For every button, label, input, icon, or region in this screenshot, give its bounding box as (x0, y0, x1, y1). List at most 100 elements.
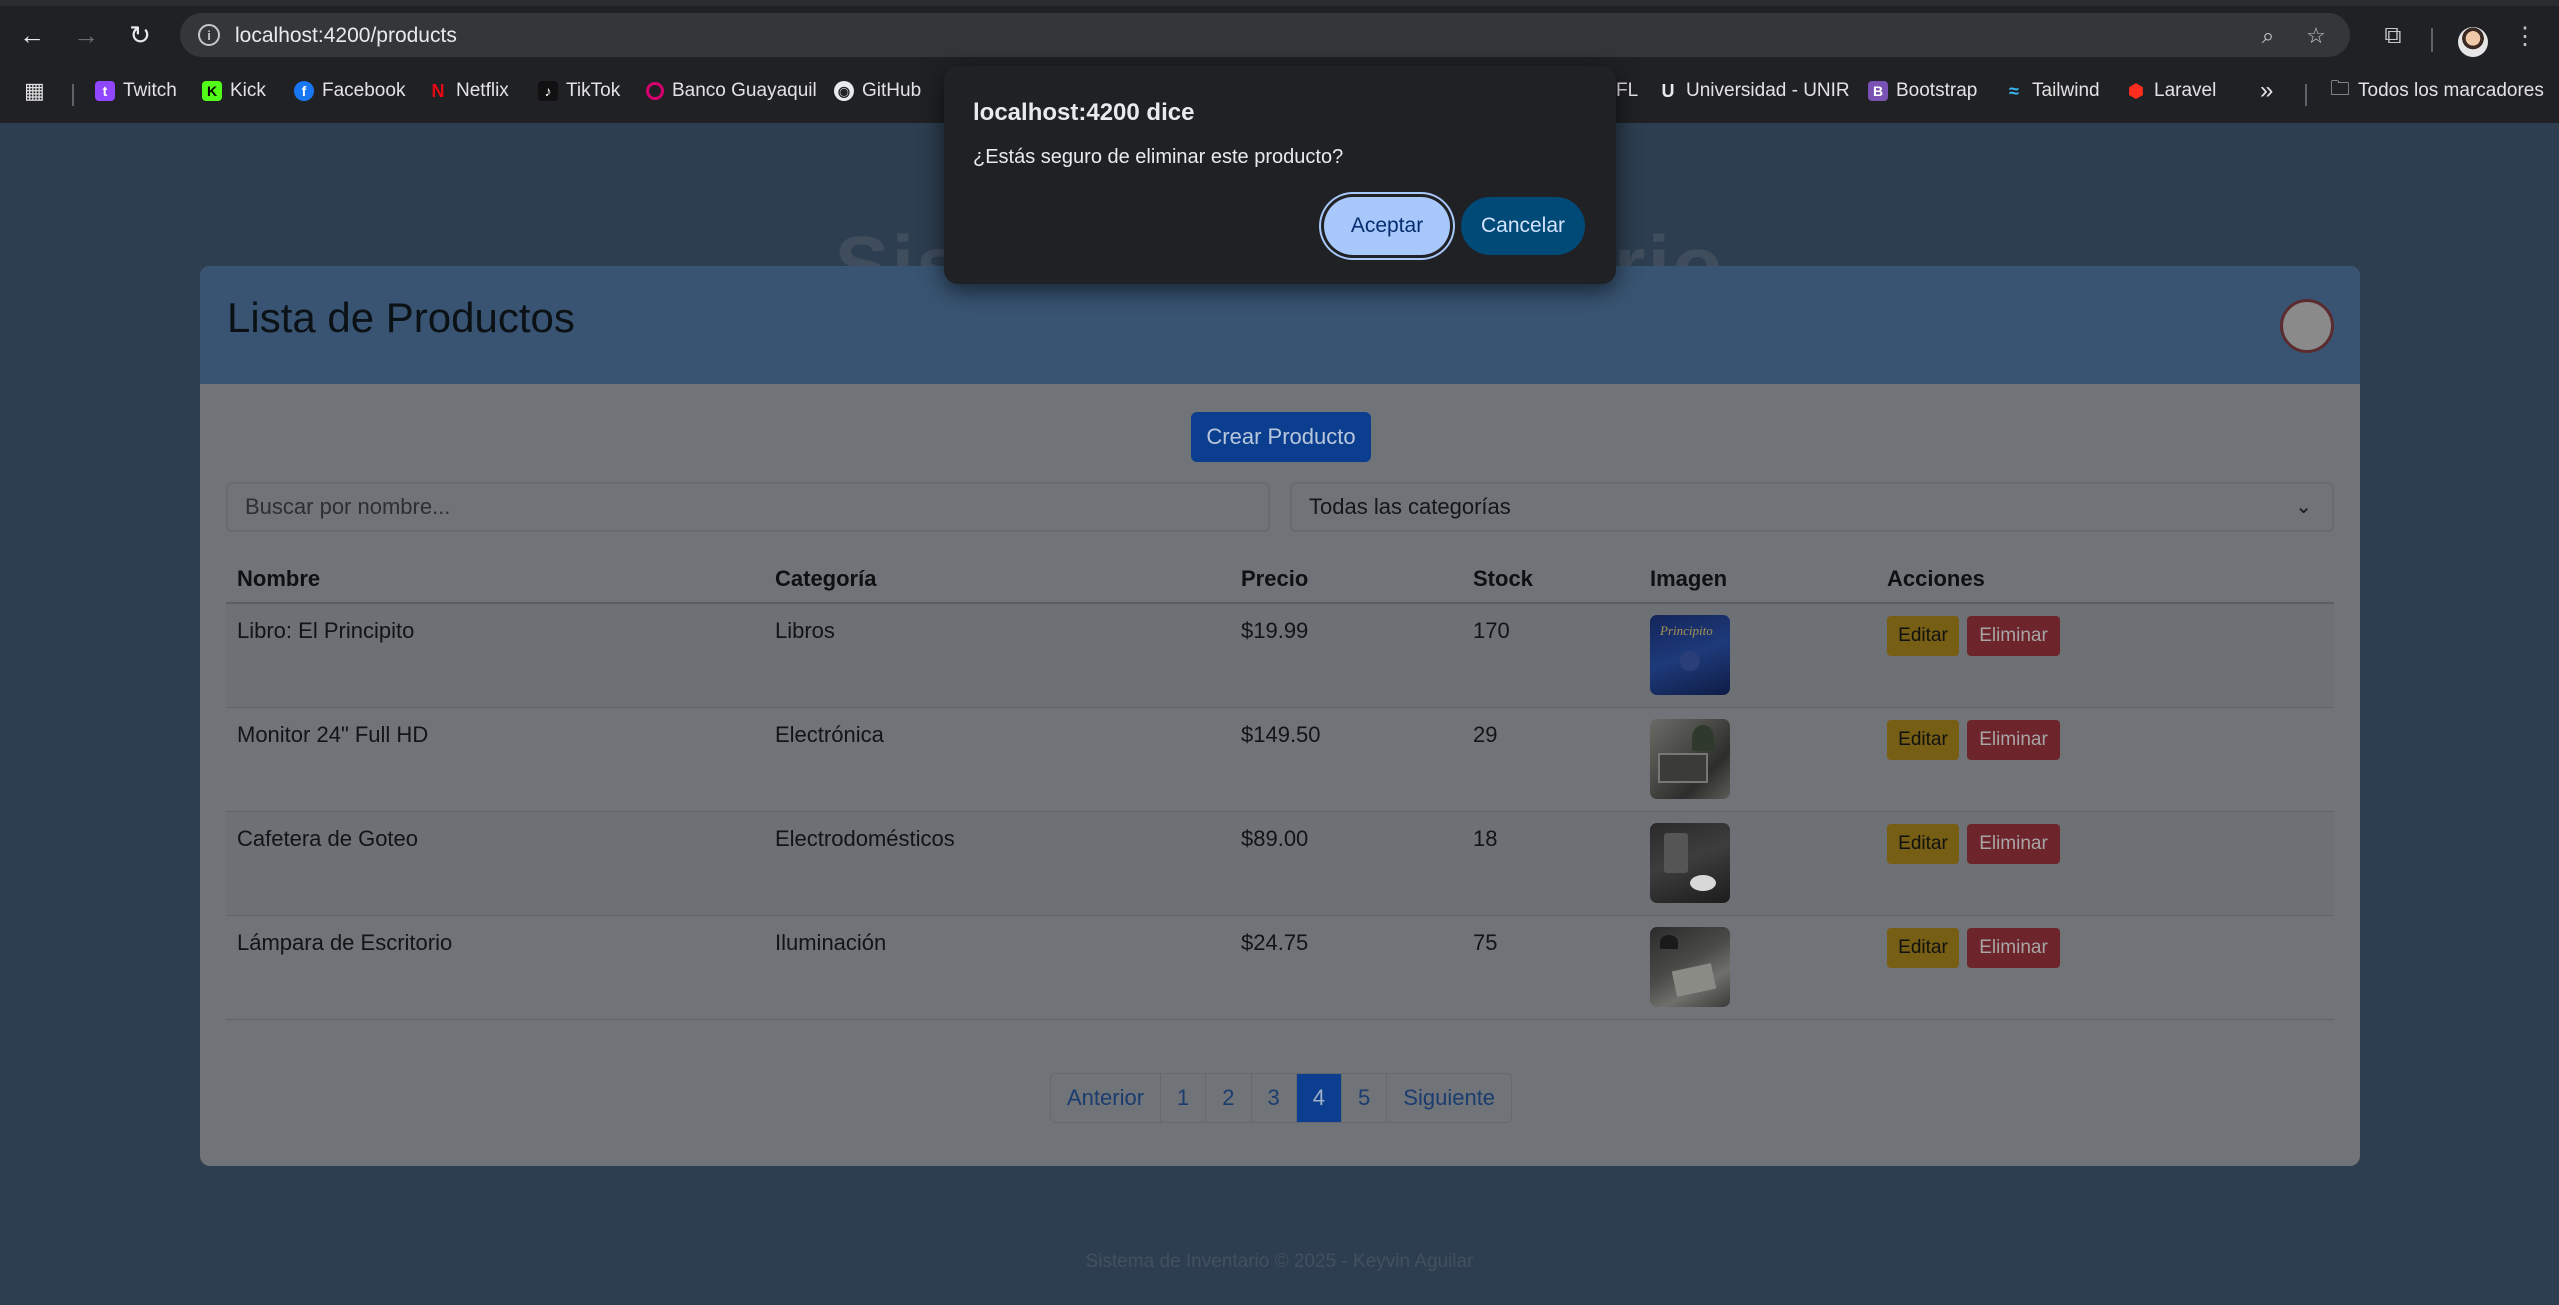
accept-button[interactable]: Aceptar (1324, 197, 1450, 255)
zoom-icon[interactable]: ⌕ (2255, 23, 2281, 49)
column-header-actions: Acciones (1887, 566, 1985, 591)
product-category: Electrodomésticos (775, 826, 955, 851)
column-header-name: Nombre (237, 566, 321, 591)
url-text: localhost:4200/products (235, 24, 457, 47)
bookmark-unir[interactable]: U Universidad - UNIR (1658, 76, 1850, 106)
products-card: Lista de Productos Crear Producto Buscar… (200, 266, 2360, 1166)
bookmark-tiktok[interactable]: ♪ TikTok (538, 76, 620, 106)
column-header-stock: Stock (1473, 566, 1533, 591)
column-header-price: Precio (1241, 566, 1309, 591)
more-bookmarks-button[interactable]: » (2260, 76, 2273, 106)
unir-icon: U (1661, 80, 1675, 101)
laravel-icon: ⬢ (2128, 80, 2144, 101)
delete-button[interactable]: Eliminar (1967, 616, 2060, 656)
profile-avatar[interactable] (2458, 27, 2488, 57)
edit-button[interactable]: Editar (1887, 616, 1959, 656)
banco-guayaquil-icon (646, 82, 664, 100)
bookmark-twitch[interactable]: t Twitch (95, 76, 177, 106)
pagination-page-4[interactable]: 4 (1296, 1074, 1343, 1122)
bookmark-netflix[interactable]: N Netflix (428, 76, 509, 106)
product-category: Libros (775, 618, 835, 643)
table-row: Monitor 24" Full HD Electrónica $149.50 … (226, 708, 2334, 812)
edit-button[interactable]: Editar (1887, 824, 1959, 864)
edit-button[interactable]: Editar (1887, 928, 1959, 968)
cancel-button[interactable]: Cancelar (1461, 197, 1585, 255)
create-product-button[interactable]: Crear Producto (1191, 412, 1371, 462)
table-header: Nombre Categoría Precio Stock Imagen Acc… (226, 552, 2334, 604)
browser-toolbar: ← → ↻ i localhost:4200/products ⌕ ☆ ⧉ ⋮ (0, 6, 2559, 64)
all-bookmarks-folder[interactable]: 🗀 Todos los marcadores (2330, 76, 2544, 106)
table-row: Cafetera de Goteo Electrodomésticos $89.… (226, 812, 2334, 916)
bookmark-github[interactable]: ◉ GitHub (834, 76, 921, 106)
netflix-icon: N (431, 80, 445, 101)
product-price: $149.50 (1241, 722, 1321, 747)
address-bar[interactable]: i localhost:4200/products ⌕ ☆ (180, 13, 2350, 57)
product-image-book: Principito (1650, 615, 1730, 695)
delete-button[interactable]: Eliminar (1967, 928, 2060, 968)
reload-icon[interactable]: ↻ (124, 19, 156, 51)
bookmarks-separator (72, 84, 74, 106)
product-stock: 29 (1473, 722, 1498, 747)
bookmark-star-icon[interactable]: ☆ (2303, 23, 2329, 49)
menu-kebab-icon[interactable]: ⋮ (2508, 19, 2542, 53)
pagination-page-3[interactable]: 3 (1251, 1074, 1297, 1122)
bookmark-laravel[interactable]: ⬢ Laravel (2126, 76, 2216, 106)
bookmark-banco-guayaquil[interactable]: Banco Guayaquil (646, 76, 817, 106)
facebook-icon: f (294, 81, 314, 101)
extensions-icon[interactable]: ⧉ (2376, 19, 2410, 53)
product-name: Cafetera de Goteo (237, 826, 419, 851)
pagination-previous[interactable]: Anterior (1051, 1074, 1162, 1122)
column-header-image: Imagen (1650, 566, 1728, 591)
pagination-page-5[interactable]: 5 (1342, 1074, 1388, 1122)
product-stock: 18 (1473, 826, 1498, 851)
dialog-title: localhost:4200 dice (973, 99, 1195, 126)
forward-arrow-icon[interactable]: → (70, 19, 102, 51)
pagination-next[interactable]: Siguiente (1387, 1074, 1512, 1122)
product-name: Libro: El Principito (237, 618, 415, 643)
card-title: Lista de Productos (227, 294, 575, 341)
bookmarks-separator-2 (2305, 84, 2307, 106)
delete-button[interactable]: Eliminar (1967, 720, 2060, 760)
bootstrap-icon: B (1868, 81, 1888, 101)
product-price: $19.99 (1241, 618, 1309, 643)
site-info-icon[interactable]: i (198, 24, 220, 46)
product-category: Iluminación (775, 930, 887, 955)
bookmark-kick[interactable]: K Kick (202, 76, 266, 106)
product-price: $89.00 (1241, 826, 1309, 851)
folder-icon: 🗀 (2330, 78, 2350, 100)
pagination: Anterior 1 2 3 4 5 Siguiente (1050, 1073, 1513, 1123)
chevron-down-icon: ⌄ (2295, 496, 2312, 518)
delete-button[interactable]: Eliminar (1967, 824, 2060, 864)
tailwind-icon: ≈ (2009, 80, 2019, 101)
table-row: Libro: El Principito Libros $19.99 170 P… (226, 604, 2334, 708)
bookmark-fl[interactable]: FL (1616, 76, 1638, 106)
bookmark-bootstrap[interactable]: B Bootstrap (1868, 76, 1977, 106)
table-row: Lámpara de Escritorio Iluminación $24.75… (226, 916, 2334, 1020)
page-content: Sistema de Inventario Lista de Productos… (0, 123, 2559, 1305)
theme-toggle-button[interactable] (2280, 299, 2334, 353)
product-image-monitor (1650, 719, 1730, 799)
product-category: Electrónica (775, 722, 884, 747)
product-image-coffee (1650, 823, 1730, 903)
product-stock: 170 (1473, 618, 1510, 643)
edit-button[interactable]: Editar (1887, 720, 1959, 760)
category-select-value: Todas las categorías (1309, 494, 1511, 519)
search-input[interactable]: Buscar por nombre... (226, 482, 1270, 532)
twitch-icon: t (95, 81, 115, 101)
back-arrow-icon[interactable]: ← (16, 19, 48, 51)
github-icon: ◉ (834, 81, 854, 101)
toolbar-separator (2431, 28, 2433, 52)
column-header-category: Categoría (775, 566, 877, 591)
tiktok-icon: ♪ (538, 81, 558, 101)
product-price: $24.75 (1241, 930, 1309, 955)
page-footer: Sistema de Inventario © 2025 - Keyvin Ag… (1085, 1251, 1474, 1272)
category-select[interactable]: Todas las categorías ⌄ (1290, 482, 2334, 532)
apps-grid-icon[interactable]: ▦ (24, 76, 45, 106)
dialog-message: ¿Estás seguro de eliminar este producto? (973, 146, 1344, 168)
pagination-page-2[interactable]: 2 (1206, 1074, 1252, 1122)
confirm-dialog: localhost:4200 dice ¿Estás seguro de eli… (944, 66, 1616, 284)
product-name: Lámpara de Escritorio (237, 930, 453, 955)
bookmark-tailwind[interactable]: ≈ Tailwind (2004, 76, 2100, 106)
bookmark-facebook[interactable]: f Facebook (294, 76, 405, 106)
pagination-page-1[interactable]: 1 (1161, 1074, 1207, 1122)
